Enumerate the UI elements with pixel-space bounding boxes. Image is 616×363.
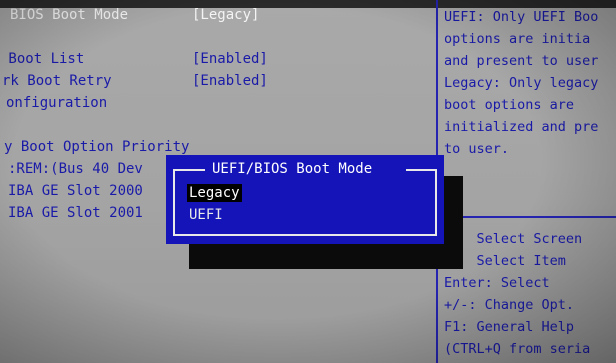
configuration-item[interactable]: onfiguration	[6, 94, 107, 112]
boot-mode-label[interactable]: BIOS Boot Mode	[10, 6, 128, 24]
help-text-line: and present to user	[444, 53, 599, 69]
boot-option-priority-heading: y Boot Option Priority	[4, 139, 190, 155]
boot-mode-value[interactable]: [Legacy]	[192, 6, 259, 24]
key-hint-line: (CTRL+Q from seria	[444, 341, 591, 357]
help-text-line: Legacy: Only legacy	[444, 75, 599, 91]
bios-screen: BIOS Boot Mode [Legacy] Boot List [Enabl…	[0, 0, 616, 363]
key-hint-line: F1: General Help	[444, 319, 575, 335]
boot-device-item[interactable]: :REM:(Bus 40 Dev	[8, 160, 143, 178]
boot-list-value[interactable]: [Enabled]	[192, 50, 268, 68]
help-text-line: to user.	[444, 141, 510, 157]
boot-list-label[interactable]: Boot List	[0, 50, 84, 68]
help-text-line: UEFI: Only UEFI Boo	[444, 9, 599, 25]
popup-frame-top	[406, 169, 437, 171]
popup-title: UEFI/BIOS Boot Mode	[212, 161, 373, 177]
boot-device-item[interactable]: IBA GE Slot 2000	[8, 182, 143, 200]
boot-device-item[interactable]: IBA GE Slot 2001	[8, 204, 143, 222]
help-text-line: options are initia	[444, 31, 591, 47]
network-boot-retry-label[interactable]: rk Boot Retry	[2, 72, 112, 90]
help-text-line: initialized and pre	[444, 119, 599, 135]
popup-option-legacy[interactable]: Legacy	[187, 184, 242, 202]
popup-option-uefi[interactable]: UEFI	[187, 206, 225, 224]
key-hint-line: +/-: Change Opt.	[444, 297, 575, 313]
popup-frame-top	[173, 169, 205, 171]
network-boot-retry-value[interactable]: [Enabled]	[192, 72, 268, 90]
popup-frame	[173, 169, 437, 236]
help-text-line: boot options are	[444, 97, 575, 113]
key-hint-line: Enter: Select	[444, 275, 550, 291]
help-divider	[437, 216, 616, 218]
key-hint-line: Select Screen	[444, 231, 583, 247]
